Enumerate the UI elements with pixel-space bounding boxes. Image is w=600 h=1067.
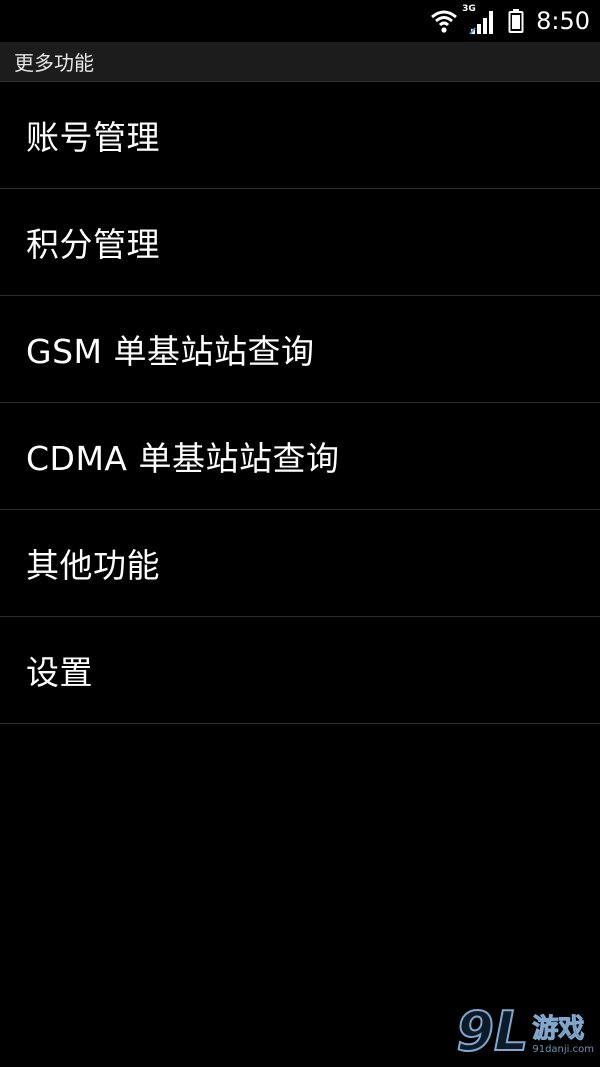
menu-item-label: GSM 单基站站查询	[26, 332, 315, 371]
menu-item-label: 积分管理	[26, 225, 160, 264]
page-title: 更多功能	[14, 51, 94, 75]
watermark-brand: 游戏	[532, 1014, 585, 1044]
watermark-logo: 9L	[455, 1000, 529, 1063]
menu-item-other-functions[interactable]: 其他功能	[0, 510, 600, 617]
menu-item-gsm-cell-query[interactable]: GSM 单基站站查询	[0, 296, 600, 403]
watermark: 9L 游戏 91danji.com	[455, 1000, 594, 1063]
screen: 3G 8:50 更多功能 账号管理 积分管理 GSM 单基站站查询 CDMA 单…	[0, 0, 600, 1067]
menu-item-account-management[interactable]: 账号管理	[0, 82, 600, 189]
menu-list: 账号管理 积分管理 GSM 单基站站查询 CDMA 单基站站查询 其他功能 设置	[0, 82, 600, 724]
status-clock: 8:50	[536, 7, 590, 35]
menu-item-label: 账号管理	[26, 118, 160, 157]
menu-item-cdma-cell-query[interactable]: CDMA 单基站站查询	[0, 403, 600, 510]
menu-item-label: 设置	[26, 653, 93, 692]
menu-item-label: 其他功能	[26, 546, 160, 585]
title-bar: 更多功能	[0, 42, 600, 82]
menu-item-label: CDMA 单基站站查询	[26, 439, 340, 478]
cellular-signal-icon: 3G	[462, 4, 498, 36]
network-type-label: 3G	[462, 4, 476, 14]
menu-item-settings[interactable]: 设置	[0, 617, 600, 724]
wifi-icon	[430, 9, 458, 33]
menu-item-points-management[interactable]: 积分管理	[0, 189, 600, 296]
battery-icon	[508, 9, 524, 33]
watermark-url: 91danji.com	[532, 1044, 594, 1055]
status-bar: 3G 8:50	[0, 0, 600, 42]
